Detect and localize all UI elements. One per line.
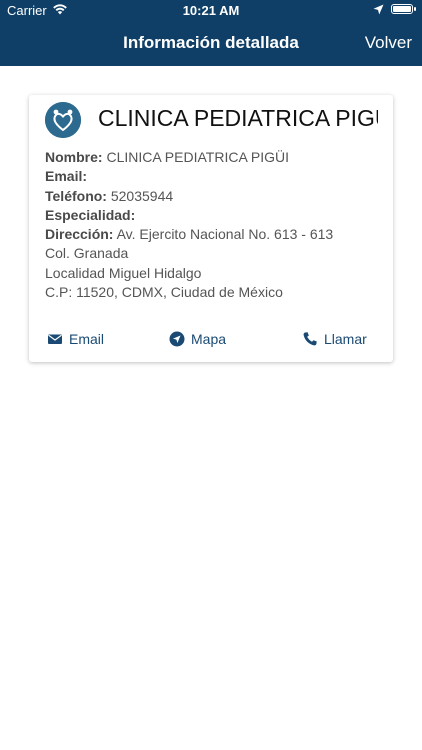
address-line: Col. Granada [45,245,129,262]
detail-label: Especialidad: [45,206,136,223]
status-time: 10:21 AM [182,3,240,18]
detail-label: Nombre: [45,149,103,165]
detail-row-specialty: Especialidad: [45,206,385,225]
navigation-bar: Carrier 10:21 AM Información detallada V… [0,0,422,66]
logo-icon [45,102,81,138]
detail-row-phone: Teléfono: 52035944 [45,187,385,206]
location-arrow-icon [373,3,384,18]
detail-value: CLINICA PEDIATRICA PIGÜI [106,149,290,165]
navigation-icon [169,331,185,347]
map-button-label: Mapa [191,331,227,347]
detail-value: Av. Ejercito Nacional No. 613 - 613 [116,226,334,243]
email-button[interactable]: Email [47,331,104,347]
address-line: Localidad Miguel Hidalgo [45,264,202,281]
mail-icon [47,331,63,347]
detail-value: 52035944 [110,187,174,204]
detail-label: Teléfono: [45,187,107,204]
map-button[interactable]: Mapa [169,331,226,347]
address-line: C.P: 11520, CDMX, Ciudad de México [45,284,283,301]
clinic-card: CLINICA PEDIATRICA PIGÜI Nombre: CLINICA… [29,95,393,362]
clinic-title: CLINICA PEDIATRICA PIGÜI [98,105,378,131]
page-title: Información detallada [123,33,299,52]
phone-icon [302,331,318,347]
detail-row-name: Nombre: CLINICA PEDIATRICA PIGÜI [45,148,385,167]
detail-label: Dirección: [45,226,114,243]
detail-label: Email: [45,168,88,185]
call-button-label: Llamar [324,331,367,347]
email-button-label: Email [69,331,105,347]
battery-icon [391,4,416,14]
detail-row-email: Email: [45,167,385,186]
status-bar: Carrier 10:21 AM [0,0,422,22]
back-button[interactable]: Volver [365,33,412,53]
detail-row-address: Dirección: Av. Ejercito Nacional No. 613… [45,225,385,244]
clinic-details: Nombre: CLINICA PEDIATRICA PIGÜI Email: … [45,148,385,302]
call-button[interactable]: Llamar [302,331,367,347]
card-actions: Email Mapa Llamar [29,329,393,353]
